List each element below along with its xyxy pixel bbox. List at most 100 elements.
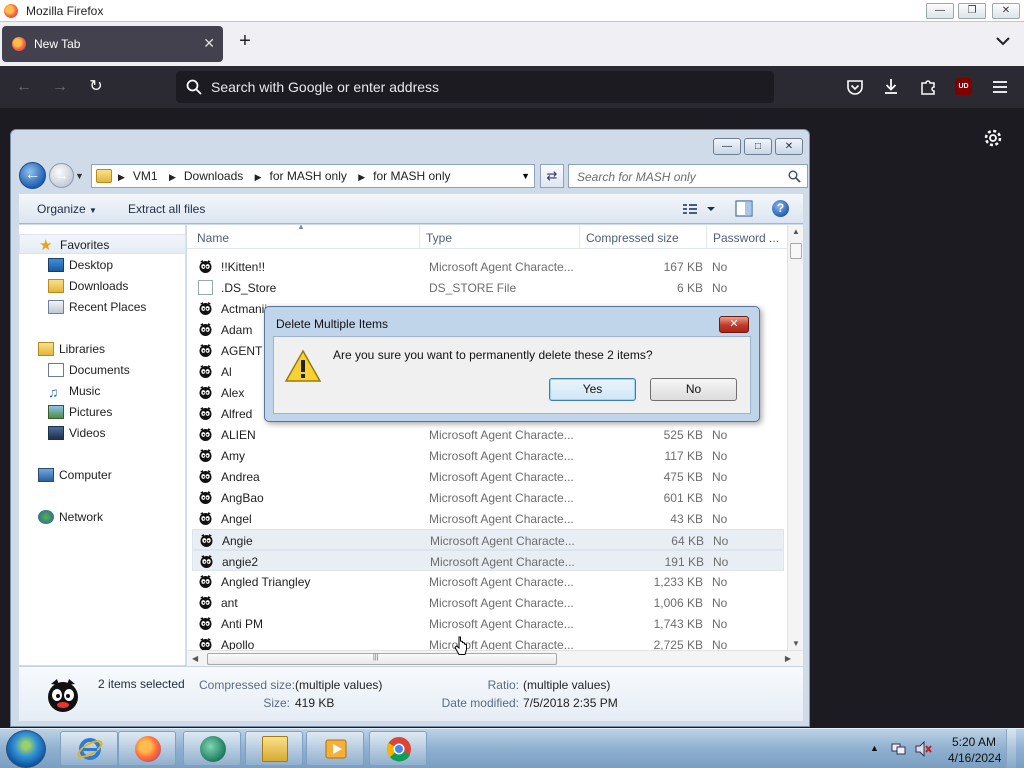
nav-network[interactable]: Network xyxy=(19,507,186,527)
address-bar[interactable]: ▶ VM1 ▶ Downloads ▶ for MASH only ▶ for MASH… xyxy=(91,164,535,188)
restore-button[interactable]: ❐ xyxy=(958,3,986,19)
search-icon[interactable] xyxy=(788,170,801,183)
reload-icon[interactable]: ↻ xyxy=(85,76,107,98)
column-divider[interactable] xyxy=(419,225,420,249)
file-row[interactable]: !!Kitten!! Microsoft Agent Characte... 167… xyxy=(192,256,784,277)
taskbar-internet-explorer[interactable] xyxy=(60,731,118,766)
scroll-down-icon[interactable]: ▼ xyxy=(792,639,800,648)
close-tab-icon[interactable]: ✕ xyxy=(203,35,215,52)
column-type[interactable]: Type xyxy=(426,231,452,245)
nav-downloads[interactable]: Downloads xyxy=(19,276,186,296)
start-button[interactable] xyxy=(6,730,46,768)
file-row[interactable]: Apollo Microsoft Agent Characte... 2,725 K… xyxy=(192,634,784,650)
search-folder-input[interactable]: Search for MASH only xyxy=(568,164,808,188)
file-row[interactable]: AngBao Microsoft Agent Characte... 601 KB N… xyxy=(192,487,784,508)
column-compressed-size[interactable]: Compressed size xyxy=(586,231,679,245)
breadcrumb-downloads[interactable]: Downloads xyxy=(184,169,243,183)
file-row[interactable]: angie2 Microsoft Agent Characte... 191 KB N… xyxy=(192,550,784,571)
taskbar-explorer[interactable] xyxy=(245,731,303,766)
file-row[interactable]: Anti PM Microsoft Agent Characte... 1,743 … xyxy=(192,613,784,634)
file-row[interactable]: Amy Microsoft Agent Characte... 117 KB No xyxy=(192,445,784,466)
column-password[interactable]: Password ... xyxy=(713,231,779,245)
nav-desktop[interactable]: Desktop xyxy=(19,255,186,275)
close-window-button[interactable]: ✕ xyxy=(992,3,1020,19)
chevron-down-icon[interactable] xyxy=(994,32,1012,50)
nav-favorites[interactable]: ★ Favorites xyxy=(19,234,186,254)
network-tray-icon[interactable] xyxy=(890,741,906,757)
breadcrumb-vm1[interactable]: VM1 xyxy=(133,169,158,183)
preview-pane-icon[interactable] xyxy=(735,200,753,217)
column-divider[interactable] xyxy=(579,225,580,249)
breadcrumb-separator-icon[interactable]: ▶ xyxy=(169,172,176,182)
column-name[interactable]: Name xyxy=(197,231,229,245)
nav-videos[interactable]: Videos xyxy=(19,423,186,443)
recent-pages-dropdown[interactable]: ▼ xyxy=(75,171,84,181)
nav-recent-places[interactable]: Recent Places xyxy=(19,297,186,317)
settings-gear-icon[interactable] xyxy=(983,128,1003,148)
nav-computer[interactable]: Computer xyxy=(19,465,186,485)
horizontal-scrollbar[interactable]: ◀ ||| ▶ xyxy=(187,650,803,666)
scroll-up-icon[interactable]: ▲ xyxy=(792,227,800,236)
explorer-forward-button[interactable]: → xyxy=(49,163,74,188)
scroll-right-icon[interactable]: ▶ xyxy=(785,654,791,663)
dialog-close-button[interactable]: ✕ xyxy=(719,316,749,333)
nav-music[interactable]: ♫ Music xyxy=(19,381,186,401)
hamburger-menu-icon[interactable] xyxy=(991,78,1009,96)
extensions-icon[interactable] xyxy=(919,77,937,95)
download-icon[interactable] xyxy=(882,77,900,95)
breadcrumb-separator-icon[interactable]: ▶ xyxy=(255,172,262,182)
taskbar-chrome[interactable] xyxy=(369,731,427,766)
breadcrumb-for-mash-only[interactable]: for MASH only xyxy=(373,169,450,183)
refresh-button[interactable]: ⇄ xyxy=(540,164,564,188)
clock-time[interactable]: 5:20 AM xyxy=(952,735,996,749)
ublock-origin-icon[interactable]: UD xyxy=(955,78,972,95)
nav-documents[interactable]: Documents xyxy=(19,360,186,380)
scroll-left-icon[interactable]: ◀ xyxy=(192,654,198,663)
show-desktop-button[interactable] xyxy=(1006,729,1016,768)
help-icon[interactable]: ? xyxy=(772,200,789,217)
file-row[interactable]: Angel Microsoft Agent Characte... 43 KB No xyxy=(192,508,784,529)
agent-character-file-icon xyxy=(199,575,212,588)
url-bar[interactable]: Search with Google or enter address xyxy=(176,71,774,103)
explorer-back-button[interactable]: ← xyxy=(19,162,46,189)
taskbar-firefox[interactable] xyxy=(118,731,176,766)
breadcrumb-separator-icon[interactable]: ▶ xyxy=(358,172,365,182)
file-row[interactable]: Angled Triangley Microsoft Agent Characte… xyxy=(192,571,784,592)
horizontal-scroll-thumb[interactable] xyxy=(207,653,557,665)
taskbar-app-green[interactable] xyxy=(183,731,241,766)
explorer-minimize-button[interactable]: — xyxy=(713,138,741,155)
breadcrumb-separator-icon[interactable]: ▶ xyxy=(118,172,125,182)
clock-date[interactable]: 4/16/2024 xyxy=(948,751,1001,765)
forward-arrow-icon[interactable]: → xyxy=(49,76,71,98)
minimize-button[interactable]: — xyxy=(926,3,954,19)
change-view-icon[interactable] xyxy=(681,201,719,217)
nav-libraries[interactable]: Libraries xyxy=(19,339,186,359)
nav-pictures[interactable]: Pictures xyxy=(19,402,186,422)
tab-new-tab[interactable]: New Tab ✕ xyxy=(2,26,223,62)
file-compressed-size: 601 KB xyxy=(663,491,703,505)
file-row[interactable]: Andrea Microsoft Agent Characte... 475 KB N… xyxy=(192,466,784,487)
extract-all-files-button[interactable]: Extract all files xyxy=(128,202,205,216)
file-password: No xyxy=(712,491,728,505)
explorer-maximize-button[interactable]: □ xyxy=(744,138,772,155)
show-hidden-icons[interactable]: ▲ xyxy=(870,743,879,753)
file-row[interactable]: ALIEN Microsoft Agent Characte... 525 KB No xyxy=(192,424,784,445)
file-row[interactable]: ant Microsoft Agent Characte... 1,006 KB No xyxy=(192,592,784,613)
new-tab-button[interactable]: + xyxy=(234,30,256,52)
taskbar-media-player[interactable] xyxy=(306,731,364,766)
file-name: Actmanii xyxy=(221,302,268,316)
column-divider[interactable] xyxy=(706,225,707,249)
yes-button[interactable]: Yes xyxy=(549,378,636,401)
volume-muted-icon[interactable] xyxy=(914,741,932,757)
explorer-close-button[interactable]: ✕ xyxy=(775,138,803,155)
organize-button[interactable]: Organize ▼ xyxy=(37,202,97,216)
address-dropdown-icon[interactable]: ▼ xyxy=(521,171,530,181)
vertical-scroll-thumb[interactable] xyxy=(790,243,802,259)
file-row[interactable]: Angie Microsoft Agent Characte... 64 KB No xyxy=(192,529,784,550)
vertical-scrollbar[interactable]: ▲ ▼ xyxy=(787,225,803,650)
no-button[interactable]: No xyxy=(650,378,737,401)
pocket-icon[interactable] xyxy=(846,78,864,96)
back-arrow-icon[interactable]: ← xyxy=(13,76,35,98)
file-row[interactable]: .DS_Store DS_STORE File 6 KB No xyxy=(192,277,784,298)
breadcrumb-for-mash-only-parent[interactable]: for MASH only xyxy=(270,169,347,183)
